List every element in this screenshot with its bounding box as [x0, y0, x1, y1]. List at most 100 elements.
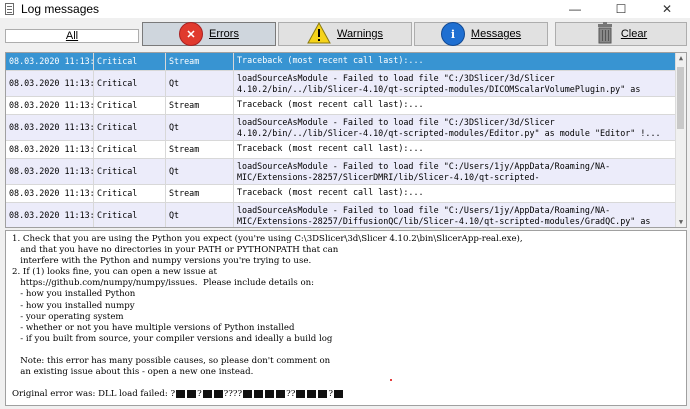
category-cell: Qt — [166, 203, 234, 227]
time-cell: 08.03.2020 11:13:26 — [6, 141, 94, 158]
level-cell: Critical — [94, 53, 166, 70]
garbled-glyph — [202, 389, 212, 398]
category-cell: Stream — [166, 141, 234, 158]
detail-line: interfere with the Python and numpy vers… — [12, 256, 312, 267]
table-row[interactable]: 08.03.2020 11:13:26CriticalQtloadSourceA… — [6, 115, 676, 141]
log-table[interactable]: 08.03.2020 11:13:26CriticalStreamTraceba… — [5, 52, 687, 228]
category-cell: Stream — [166, 97, 234, 114]
close-button[interactable]: ✕ — [644, 0, 690, 18]
level-cell: Critical — [94, 141, 166, 158]
detail-line: - your operating system — [12, 311, 124, 322]
error-segment: ? — [328, 389, 333, 400]
message-cell: Traceback (most recent call last):... — [234, 97, 676, 114]
time-cell: 08.03.2020 11:13:26 — [6, 71, 94, 96]
scroll-up-icon[interactable]: ▲ — [676, 53, 686, 63]
error-segment: ???? — [223, 389, 243, 400]
level-cell: Critical — [94, 71, 166, 96]
maximize-button[interactable]: ☐ — [598, 0, 644, 18]
error-prefix: Original error was: DLL load failed: ? — [12, 389, 176, 400]
scroll-thumb[interactable] — [677, 67, 684, 129]
message-cell: Traceback (most recent call last):... — [234, 53, 676, 70]
table-row[interactable]: 08.03.2020 11:13:26CriticalStreamTraceba… — [6, 185, 676, 203]
table-row[interactable]: 08.03.2020 11:13:26CriticalStreamTraceba… — [6, 141, 676, 159]
message-cell: loadSourceAsModule - Failed to load file… — [234, 71, 676, 96]
all-button[interactable]: All — [5, 29, 139, 43]
time-cell: 08.03.2020 11:13:26 — [6, 159, 94, 184]
garbled-glyph — [307, 389, 317, 398]
original-error-line: Original error was: DLL load failed: ???… — [12, 389, 680, 400]
table-row[interactable]: 08.03.2020 11:13:26CriticalStreamTraceba… — [6, 53, 676, 71]
time-cell: 08.03.2020 11:13:26 — [6, 115, 94, 140]
messages-label: Messages — [470, 28, 522, 40]
trash-icon — [595, 21, 615, 47]
table-row[interactable]: 08.03.2020 11:13:26CriticalStreamTraceba… — [6, 97, 676, 115]
detail-line: - how you installed numpy — [12, 300, 135, 311]
title-bar: Log messages — ☐ ✕ — [0, 0, 690, 18]
message-detail-panel[interactable]: 1. Check that you are using the Python y… — [5, 230, 687, 406]
garbled-glyph — [333, 389, 343, 398]
garbled-glyph — [254, 389, 264, 398]
warnings-button[interactable]: Warnings — [278, 21, 412, 47]
detail-line: https://github.com/numpy/numpy/issues. P… — [12, 278, 315, 289]
scroll-down-icon[interactable]: ▼ — [676, 217, 686, 227]
category-cell: Qt — [166, 115, 234, 140]
errors-button[interactable]: ✕ Errors — [142, 22, 276, 46]
message-cell: loadSourceAsModule - Failed to load file… — [234, 115, 676, 140]
time-cell: 08.03.2020 11:13:26 — [6, 203, 94, 227]
table-row[interactable]: 08.03.2020 11:13:26CriticalQtloadSourceA… — [6, 203, 676, 227]
garbled-glyph — [265, 389, 275, 398]
garbled-glyph — [276, 389, 286, 398]
garbled-glyph — [176, 389, 186, 398]
warning-icon — [307, 21, 331, 47]
detail-line: 1. Check that you are using the Python y… — [12, 234, 523, 244]
info-icon: i — [440, 22, 465, 46]
window-title: Log messages — [21, 2, 100, 16]
clear-button[interactable]: Clear — [555, 21, 687, 47]
detail-line: - if you built from source, your compile… — [12, 333, 333, 344]
minimize-button[interactable]: — — [552, 0, 598, 18]
detail-line: - how you installed Python — [12, 289, 136, 300]
warnings-label: Warnings — [336, 28, 384, 40]
detail-line: 2. If (1) looks fine, you can open a new… — [12, 267, 217, 278]
level-cell: Critical — [94, 159, 166, 184]
all-label: All — [65, 30, 79, 42]
category-cell: Stream — [166, 185, 234, 202]
message-cell: loadSourceAsModule - Failed to load file… — [234, 159, 676, 184]
garbled-glyph — [213, 389, 223, 398]
toolbar: All ✕ Errors Warnings i Messages Clear — [0, 18, 690, 50]
log-icon — [3, 3, 17, 15]
time-cell: 08.03.2020 11:13:26 — [6, 97, 94, 114]
message-cell: Traceback (most recent call last):... — [234, 141, 676, 158]
level-cell: Critical — [94, 185, 166, 202]
message-cell: loadSourceAsModule - Failed to load file… — [234, 203, 676, 227]
garbled-glyph — [187, 389, 197, 398]
detail-line — [12, 378, 680, 389]
time-cell: 08.03.2020 11:13:26 — [6, 53, 94, 70]
messages-button[interactable]: i Messages — [414, 22, 548, 46]
detail-line: and that you have no directories in your… — [12, 245, 339, 256]
vertical-scrollbar[interactable]: ▲ ▼ — [675, 53, 686, 227]
detail-line: Note: this error has many possible cause… — [12, 356, 331, 367]
clear-label: Clear — [620, 28, 648, 40]
level-cell: Critical — [94, 115, 166, 140]
category-cell: Qt — [166, 71, 234, 96]
error-segment: ? — [197, 389, 202, 400]
table-row[interactable]: 08.03.2020 11:13:26CriticalQtloadSourceA… — [6, 71, 676, 97]
garbled-glyph — [296, 389, 306, 398]
level-cell: Critical — [94, 203, 166, 227]
errors-label: Errors — [209, 28, 239, 40]
error-segment: ?? — [286, 389, 296, 400]
garbled-glyph — [243, 389, 253, 398]
detail-line — [12, 345, 680, 356]
category-cell: Stream — [166, 53, 234, 70]
red-marker — [390, 379, 392, 381]
category-cell: Qt — [166, 159, 234, 184]
detail-line: - whether or not you have multiple versi… — [12, 322, 295, 333]
detail-line: an existing issue about this - open a ne… — [12, 367, 254, 378]
error-icon: ✕ — [179, 22, 204, 46]
table-row[interactable]: 08.03.2020 11:13:26CriticalQtloadSourceA… — [6, 159, 676, 185]
message-cell: Traceback (most recent call last):... — [234, 185, 676, 202]
time-cell: 08.03.2020 11:13:26 — [6, 185, 94, 202]
garbled-glyph — [318, 389, 328, 398]
level-cell: Critical — [94, 97, 166, 114]
